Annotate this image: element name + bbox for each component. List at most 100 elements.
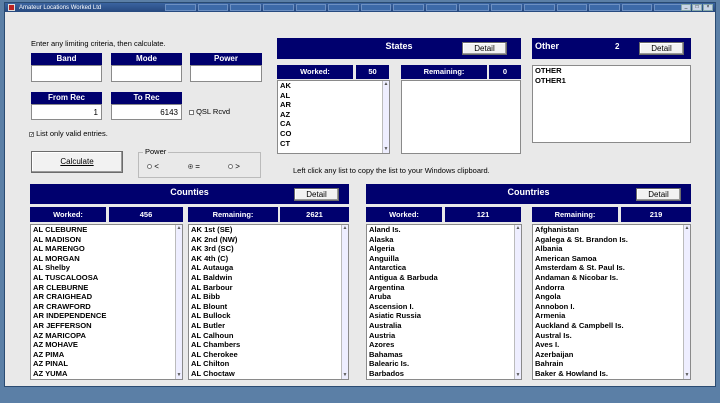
scroll-down-icon[interactable]: ▼ bbox=[515, 372, 521, 379]
list-item: CA bbox=[280, 119, 291, 129]
radio-icon[interactable] bbox=[228, 164, 233, 170]
list-item: AK 3rd (SC) bbox=[191, 244, 234, 254]
qsl-rcvd-label: QSL Rcvd bbox=[196, 107, 230, 116]
list-item: AL Cherokee bbox=[191, 349, 238, 359]
scroll-down-icon[interactable]: ▼ bbox=[684, 372, 690, 379]
states-remaining-label: Remaining: bbox=[401, 65, 487, 79]
scroll-up-icon[interactable]: ▲ bbox=[342, 225, 348, 232]
close-button[interactable]: × bbox=[703, 4, 713, 11]
counties-remaining-list[interactable]: AK 1st (SE) AK 2nd (NW) AK 3rd (SC) AK 4… bbox=[188, 224, 349, 380]
other-detail-button[interactable]: Detail bbox=[639, 42, 684, 55]
window-title: Amateur Locations Worked Ltd bbox=[19, 4, 102, 11]
counties-worked-label: Worked: bbox=[30, 207, 106, 222]
other-title: Other bbox=[535, 41, 560, 51]
list-item: AR CRAIGHEAD bbox=[33, 292, 93, 302]
valid-only-check-icon[interactable]: ✓ bbox=[29, 131, 34, 137]
countries-remaining-label: Remaining: bbox=[532, 207, 618, 222]
list-item: Baker & Howland Is. bbox=[535, 368, 609, 378]
list-item: AL Shelby bbox=[33, 263, 70, 273]
list-item: AR CRAWFORD bbox=[33, 301, 91, 311]
mode-input[interactable] bbox=[111, 65, 182, 82]
maximize-button[interactable]: □ bbox=[692, 4, 702, 11]
list-item: AK bbox=[280, 81, 291, 90]
list-item: Andorra bbox=[535, 282, 565, 292]
to-rec-input[interactable]: 6143 bbox=[111, 104, 182, 120]
to-rec-label: To Rec bbox=[111, 92, 182, 104]
power-equal-radio[interactable]: = bbox=[188, 162, 200, 171]
list-item: AK 1st (SE) bbox=[191, 225, 233, 234]
countries-detail-button[interactable]: Detail bbox=[636, 188, 681, 201]
minimize-button[interactable]: _ bbox=[681, 4, 691, 11]
qsl-rcvd-checkbox[interactable]: QSL Rcvd bbox=[189, 107, 230, 116]
states-detail-button[interactable]: Detail bbox=[462, 42, 507, 55]
list-item: AK 4th (C) bbox=[191, 253, 229, 263]
list-item: Antarctica bbox=[369, 263, 407, 273]
list-item: AL bbox=[280, 90, 291, 100]
valid-only-checkbox[interactable]: ✓ List only valid entries. bbox=[29, 129, 108, 138]
list-item: AL Baldwin bbox=[191, 272, 233, 282]
scroll-down-icon[interactable]: ▼ bbox=[342, 372, 348, 379]
states-header: States Detail bbox=[277, 38, 521, 59]
list-item: AL Autauga bbox=[191, 263, 234, 273]
list-item: Albania bbox=[535, 244, 563, 254]
power-radio-group: Power < = > bbox=[138, 147, 261, 178]
other-header: Other 2 Detail bbox=[532, 38, 691, 59]
list-item: Austral Is. bbox=[535, 330, 572, 340]
list-item: AZ YUMA bbox=[33, 368, 68, 378]
list-item: AZ MARICOPA bbox=[33, 330, 87, 340]
countries-remaining-list[interactable]: Afghanistan Agalega & St. Brandon Is. Al… bbox=[532, 224, 691, 380]
counties-remaining-count: 2621 bbox=[280, 207, 349, 222]
power-label: Power bbox=[190, 53, 262, 65]
list-item: Agalega & St. Brandon Is. bbox=[535, 234, 628, 244]
states-worked-list[interactable]: AK AL AR AZ CA CO CT ▲ ▼ bbox=[277, 80, 390, 154]
states-worked-label: Worked: bbox=[277, 65, 353, 79]
mode-label: Mode bbox=[111, 53, 182, 65]
scroll-down-icon[interactable]: ▼ bbox=[383, 146, 389, 153]
scroll-down-icon[interactable]: ▼ bbox=[176, 372, 182, 379]
counties-remaining-scrollbar[interactable]: ▲ ▼ bbox=[341, 225, 348, 379]
from-rec-input[interactable]: 1 bbox=[31, 104, 102, 120]
qsl-rcvd-check-icon[interactable] bbox=[189, 109, 194, 115]
counties-worked-scrollbar[interactable]: ▲ ▼ bbox=[175, 225, 182, 379]
list-item: Azerbaijan bbox=[535, 349, 574, 359]
list-item: Austria bbox=[369, 330, 396, 340]
scroll-up-icon[interactable]: ▲ bbox=[515, 225, 521, 232]
list-item: Barbados bbox=[369, 368, 405, 378]
list-item: Algeria bbox=[369, 244, 395, 254]
other-count: 2 bbox=[615, 42, 620, 51]
list-item: Bahrain bbox=[535, 359, 564, 369]
list-item: American Samoa bbox=[535, 253, 597, 263]
list-item: AR CLEBURNE bbox=[33, 282, 89, 292]
radio-selected-icon[interactable] bbox=[188, 164, 193, 170]
power-greater-radio[interactable]: > bbox=[228, 162, 240, 171]
states-worked-scrollbar[interactable]: ▲ ▼ bbox=[382, 81, 389, 153]
scroll-up-icon[interactable]: ▲ bbox=[383, 81, 389, 88]
band-input[interactable] bbox=[31, 65, 102, 82]
band-label: Band bbox=[31, 53, 102, 65]
countries-remaining-scrollbar[interactable]: ▲ ▼ bbox=[683, 225, 690, 379]
radio-icon[interactable] bbox=[147, 164, 152, 170]
counties-worked-list[interactable]: AL CLEBURNE AL MADISON AL MARENGO AL MOR… bbox=[30, 224, 183, 380]
power-less-radio[interactable]: < bbox=[147, 162, 159, 171]
title-bar: Amateur Locations Worked Ltd _ □ × bbox=[5, 3, 715, 12]
counties-remaining-label: Remaining: bbox=[188, 207, 278, 222]
other-list[interactable]: OTHER OTHER1 bbox=[532, 65, 691, 143]
scroll-up-icon[interactable]: ▲ bbox=[684, 225, 690, 232]
states-worked-count: 50 bbox=[356, 65, 389, 79]
countries-worked-list[interactable]: Aland Is. Alaska Algeria Anguilla Antarc… bbox=[366, 224, 522, 380]
list-item: AL Chambers bbox=[191, 340, 241, 350]
list-item: Alaska bbox=[369, 234, 394, 244]
list-item: AZ PIMA bbox=[33, 349, 65, 359]
states-remaining-list[interactable] bbox=[401, 80, 521, 154]
menu-strip bbox=[165, 4, 685, 11]
from-rec-label: From Rec bbox=[31, 92, 102, 104]
states-remaining-count: 0 bbox=[489, 65, 521, 79]
calculate-button[interactable]: Calculate bbox=[31, 151, 123, 173]
counties-detail-button[interactable]: Detail bbox=[294, 188, 339, 201]
list-item: AK 2nd (NW) bbox=[191, 234, 238, 244]
power-input[interactable] bbox=[190, 65, 262, 82]
countries-worked-count: 121 bbox=[445, 207, 521, 222]
countries-worked-scrollbar[interactable]: ▲ ▼ bbox=[514, 225, 521, 379]
list-item: Angola bbox=[535, 292, 561, 302]
scroll-up-icon[interactable]: ▲ bbox=[176, 225, 182, 232]
